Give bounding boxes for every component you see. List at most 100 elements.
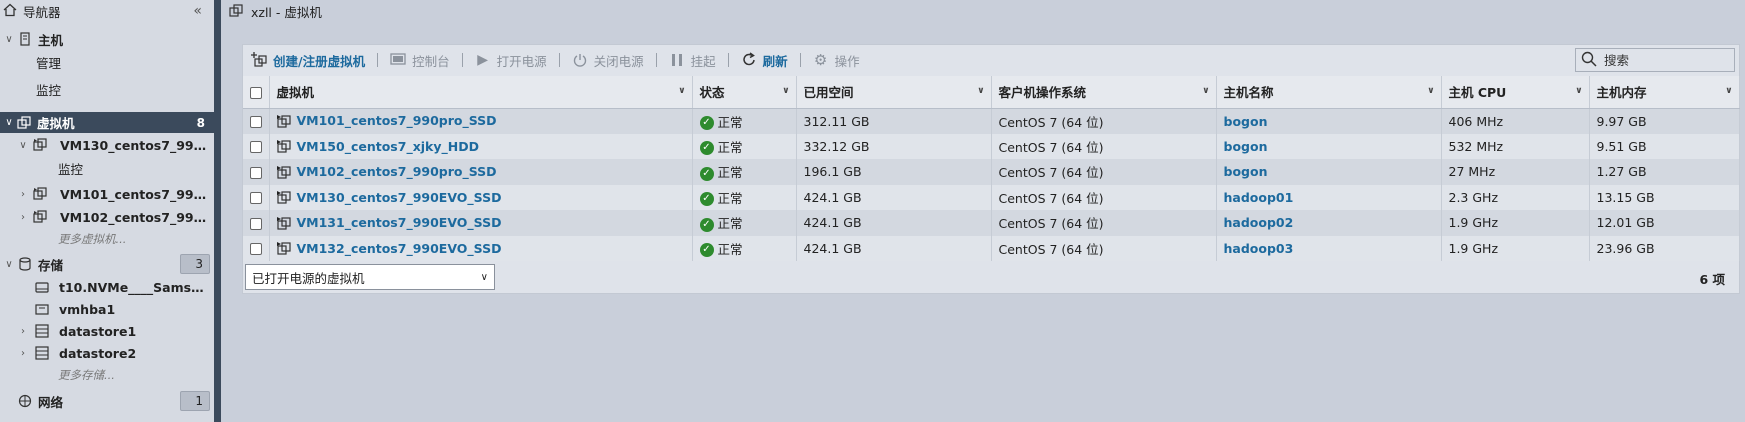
sidebar-item-vms[interactable]: ∨ 虚拟机 8 xyxy=(0,112,214,133)
chevron-down-icon[interactable]: ∨ xyxy=(3,258,15,270)
host-cell[interactable]: hadoop02 xyxy=(1216,210,1442,236)
row-select-cell[interactable] xyxy=(243,159,270,185)
table-row[interactable]: VM150_centos7_xjky_HDD ✓ 正常 332.12 GB CentOS… xyxy=(243,133,1740,159)
collapse-icon[interactable]: « xyxy=(193,3,202,19)
table-row[interactable]: VM132_centos7_990EVO_SSD ✓ 正常 424.1 GB CentO… xyxy=(243,235,1740,261)
host-name-link[interactable]: hadoop01 xyxy=(1224,190,1294,205)
table-row[interactable]: VM131_centos7_990EVO_SSD ✓ 正常 424.1 GB CentO… xyxy=(243,210,1740,236)
chevron-down-icon[interactable]: ∨ xyxy=(782,86,789,96)
chevron-down-icon[interactable]: ∨ xyxy=(678,86,685,96)
sidebar-item-adapter[interactable]: vmhba1 xyxy=(0,298,214,320)
vm-name-cell[interactable]: VM150_centos7_xjky_HDD xyxy=(269,133,693,159)
vm-name-link[interactable]: VM130_centos7_990EVO_SSD xyxy=(297,190,502,205)
suspend-button[interactable]: 挂起 xyxy=(661,49,724,71)
chevron-right-icon[interactable]: › xyxy=(17,188,29,200)
sidebar-item-network[interactable]: 网络 1 xyxy=(0,390,214,412)
row-checkbox[interactable] xyxy=(249,192,262,205)
host-cell[interactable]: bogon xyxy=(1216,159,1442,185)
vm-name-cell[interactable]: VM130_centos7_990EVO_SSD xyxy=(269,184,693,210)
sidebar-item-datastore[interactable]: › datastore2 xyxy=(0,342,214,364)
host-name-link[interactable]: bogon xyxy=(1224,139,1268,154)
row-select-cell[interactable] xyxy=(243,210,270,236)
chevron-down-icon[interactable]: ∨ xyxy=(977,86,984,96)
chevron-down-icon[interactable]: ∨ xyxy=(1202,86,1209,96)
chevron-down-icon[interactable]: ∨ xyxy=(3,33,15,45)
sidebar-item-disk[interactable]: t10.NVMe____Samsu... xyxy=(0,276,214,298)
host-cell[interactable]: bogon xyxy=(1216,108,1442,134)
column-header-vm[interactable]: 虚拟机 ∨ xyxy=(269,76,693,109)
row-checkbox[interactable] xyxy=(249,243,262,256)
vm-name-link[interactable]: VM131_centos7_990EVO_SSD xyxy=(297,215,502,230)
power-off-button[interactable]: 关闭电源 xyxy=(564,49,652,71)
vm-name-link[interactable]: VM102_centos7_990pro_SSD xyxy=(297,164,497,179)
table-row[interactable]: VM130_centos7_990EVO_SSD ✓ 正常 424.1 GB CentO… xyxy=(243,184,1740,210)
host-name-link[interactable]: hadoop02 xyxy=(1224,215,1294,230)
actions-button[interactable]: ⚙ 操作 xyxy=(805,49,868,71)
sidebar-item-vm[interactable]: ∨ VM130_centos7_990... xyxy=(0,134,214,156)
search-input[interactable] xyxy=(1604,52,1729,68)
host-name-link[interactable]: bogon xyxy=(1224,114,1268,129)
vm-name-link[interactable]: VM132_centos7_990EVO_SSD xyxy=(297,241,502,256)
create-vm-button[interactable]: 创建/注册虚拟机 xyxy=(243,49,373,71)
select-all-cell[interactable] xyxy=(243,76,270,109)
sidebar-item-monitor[interactable]: 监控 xyxy=(0,78,214,100)
power-on-button[interactable]: ▶ 打开电源 xyxy=(467,49,555,71)
host-name-link[interactable]: hadoop03 xyxy=(1224,241,1294,256)
vm-name-cell[interactable]: VM131_centos7_990EVO_SSD xyxy=(269,210,693,236)
sidebar-item-storage[interactable]: ∨ 存储 3 xyxy=(0,253,214,275)
table-row[interactable]: VM101_centos7_990pro_SSD ✓ 正常 312.11 GB Cent… xyxy=(243,108,1740,134)
vm-name-link[interactable]: VM150_centos7_xjky_HDD xyxy=(297,139,479,154)
sidebar-item-vm[interactable]: › VM102_centos7_990... xyxy=(0,206,214,228)
chevron-down-icon[interactable]: ∨ xyxy=(17,139,29,151)
table-row[interactable]: VM102_centos7_990pro_SSD ✓ 正常 196.1 GB CentO… xyxy=(243,159,1740,185)
host-name-link[interactable]: bogon xyxy=(1224,164,1268,179)
chevron-down-icon[interactable]: ∨ xyxy=(1575,86,1582,96)
vm-name-cell[interactable]: VM132_centos7_990EVO_SSD xyxy=(269,235,693,261)
select-all-checkbox[interactable] xyxy=(249,86,262,99)
column-header-cpu[interactable]: 主机 CPU ∨ xyxy=(1441,76,1590,109)
memory-cell: 12.01 GB xyxy=(1589,210,1740,236)
chevron-right-icon[interactable]: › xyxy=(17,347,29,359)
sidebar-item-vm-monitor[interactable]: 监控 xyxy=(0,157,214,179)
column-header-os[interactable]: 客户机操作系统 ∨ xyxy=(991,76,1217,109)
sidebar-item-manage[interactable]: 管理 xyxy=(0,51,214,73)
column-header-label: 主机 CPU xyxy=(1448,85,1507,101)
column-header-host[interactable]: 主机名称 ∨ xyxy=(1216,76,1442,109)
refresh-label: 刷新 xyxy=(762,53,788,69)
console-button[interactable]: 控制台 xyxy=(382,49,458,71)
chevron-down-icon[interactable]: ∨ xyxy=(3,117,15,129)
chevron-right-icon[interactable]: › xyxy=(17,325,29,337)
row-checkbox[interactable] xyxy=(249,166,262,179)
column-header-space[interactable]: 已用空间 ∨ xyxy=(796,76,992,109)
host-cell[interactable]: hadoop01 xyxy=(1216,184,1442,210)
row-select-cell[interactable] xyxy=(243,108,270,134)
chevron-right-icon[interactable]: › xyxy=(17,211,29,223)
more-storage-link[interactable]: 更多存储... xyxy=(0,364,214,386)
column-header-memory[interactable]: 主机内存 ∨ xyxy=(1589,76,1740,109)
memory-cell: 23.96 GB xyxy=(1589,235,1740,261)
row-checkbox[interactable] xyxy=(249,116,262,128)
row-select-cell[interactable] xyxy=(243,133,270,159)
sidebar-item-vm[interactable]: › VM101_centos7_990p... xyxy=(0,183,214,205)
host-cell[interactable]: bogon xyxy=(1216,133,1442,159)
chevron-down-icon[interactable]: ∨ xyxy=(1427,86,1434,96)
row-select-cell[interactable] xyxy=(243,235,270,261)
vm-name-link[interactable]: VM101_centos7_990pro_SSD xyxy=(297,113,497,128)
sidebar-item-datastore[interactable]: › datastore1 xyxy=(0,320,214,342)
vm-name-cell[interactable]: VM101_centos7_990pro_SSD xyxy=(269,108,693,134)
vm-name-cell[interactable]: VM102_centos7_990pro_SSD xyxy=(269,159,693,185)
filter-select[interactable]: 已打开电源的虚拟机 ∨ xyxy=(245,264,495,290)
row-select-cell[interactable] xyxy=(243,184,270,210)
sidebar-item-label: 管理 xyxy=(36,55,62,71)
toolbar-separator xyxy=(461,53,463,67)
more-vms-link[interactable]: 更多虚拟机... xyxy=(0,228,214,250)
sidebar-item-host[interactable]: ∨ 主机 xyxy=(0,28,214,50)
sidebar-splitter[interactable] xyxy=(214,0,221,422)
search-box[interactable] xyxy=(1575,48,1735,72)
refresh-button[interactable]: 刷新 xyxy=(733,49,796,71)
row-checkbox[interactable] xyxy=(249,217,262,230)
chevron-down-icon[interactable]: ∨ xyxy=(1725,86,1732,96)
column-header-status[interactable]: 状态 ∨ xyxy=(692,76,797,109)
host-cell[interactable]: hadoop03 xyxy=(1216,235,1442,261)
row-checkbox[interactable] xyxy=(249,141,262,154)
